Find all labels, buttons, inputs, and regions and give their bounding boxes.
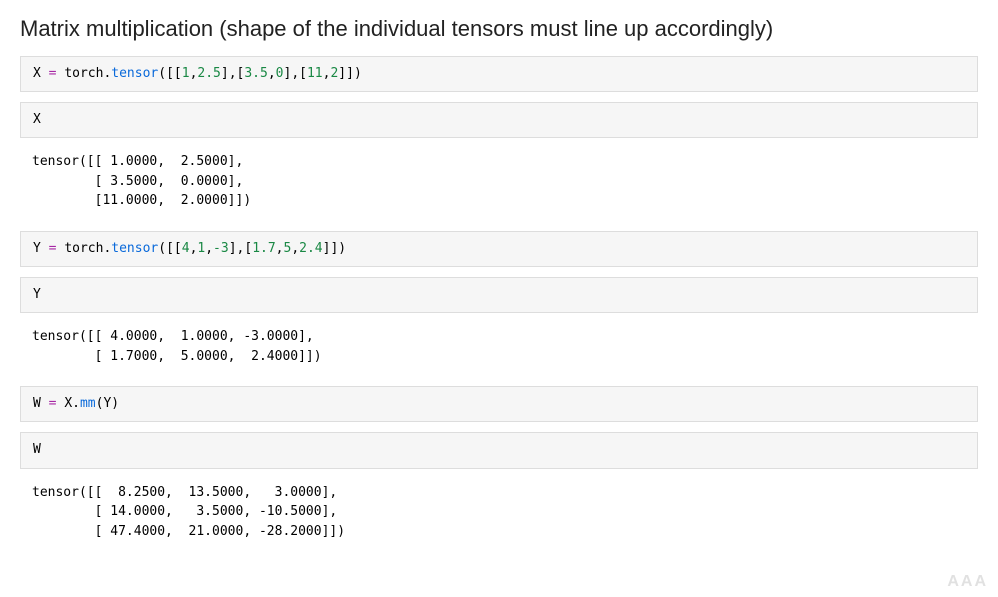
code-cell: X [20,102,978,138]
code-token: 1.7 [252,241,275,256]
output-cell: tensor([[ 1.0000, 2.5000], [ 3.5000, 0.0… [20,148,978,221]
output-cell: tensor([[ 4.0000, 1.0000, -3.0000], [ 1.… [20,323,978,376]
code-cell: W [20,432,978,468]
code-token: Y [33,287,41,302]
section-heading: Matrix multiplication (shape of the indi… [20,16,978,42]
code-token: = [41,66,64,81]
code-token: 0 [276,66,284,81]
code-token: tensor [111,66,158,81]
code-token: ([[ [158,66,181,81]
code-token: , [205,241,213,256]
code-cell: Y [20,277,978,313]
watermark: AAA [947,573,988,591]
code-token: 2.4 [299,241,322,256]
code-token: Y [33,241,41,256]
code-token: = [41,396,64,411]
code-token: X [33,112,41,127]
code-token: -3 [213,241,229,256]
code-token: W [33,442,41,457]
code-token: ]]) [323,241,346,256]
code-token: ],[ [284,66,307,81]
code-token: tensor [111,241,158,256]
code-token: torch. [64,66,111,81]
output-cell: tensor([[ 8.2500, 13.5000, 3.0000], [ 14… [20,479,978,552]
code-token: , [268,66,276,81]
code-token: W [33,396,41,411]
code-token: 11 [307,66,323,81]
code-cell: Y = torch.tensor([[4,1,-3],[1.7,5,2.4]]) [20,231,978,267]
code-cell: W = X.mm(Y) [20,386,978,422]
code-token: = [41,241,64,256]
code-token: 1 [182,66,190,81]
code-token: torch. [64,241,111,256]
code-token: X. [64,396,80,411]
code-token: 4 [182,241,190,256]
code-token: ],[ [229,241,252,256]
code-token: , [291,241,299,256]
code-token: 3.5 [244,66,267,81]
code-token: ) [111,396,119,411]
code-token: , [276,241,284,256]
code-token: mm [80,396,96,411]
code-cell: X = torch.tensor([[1,2.5],[3.5,0],[11,2]… [20,56,978,92]
code-token: ],[ [221,66,244,81]
code-token: ]]) [338,66,361,81]
code-token: X [33,66,41,81]
code-token: 2.5 [197,66,220,81]
code-token: ([[ [158,241,181,256]
